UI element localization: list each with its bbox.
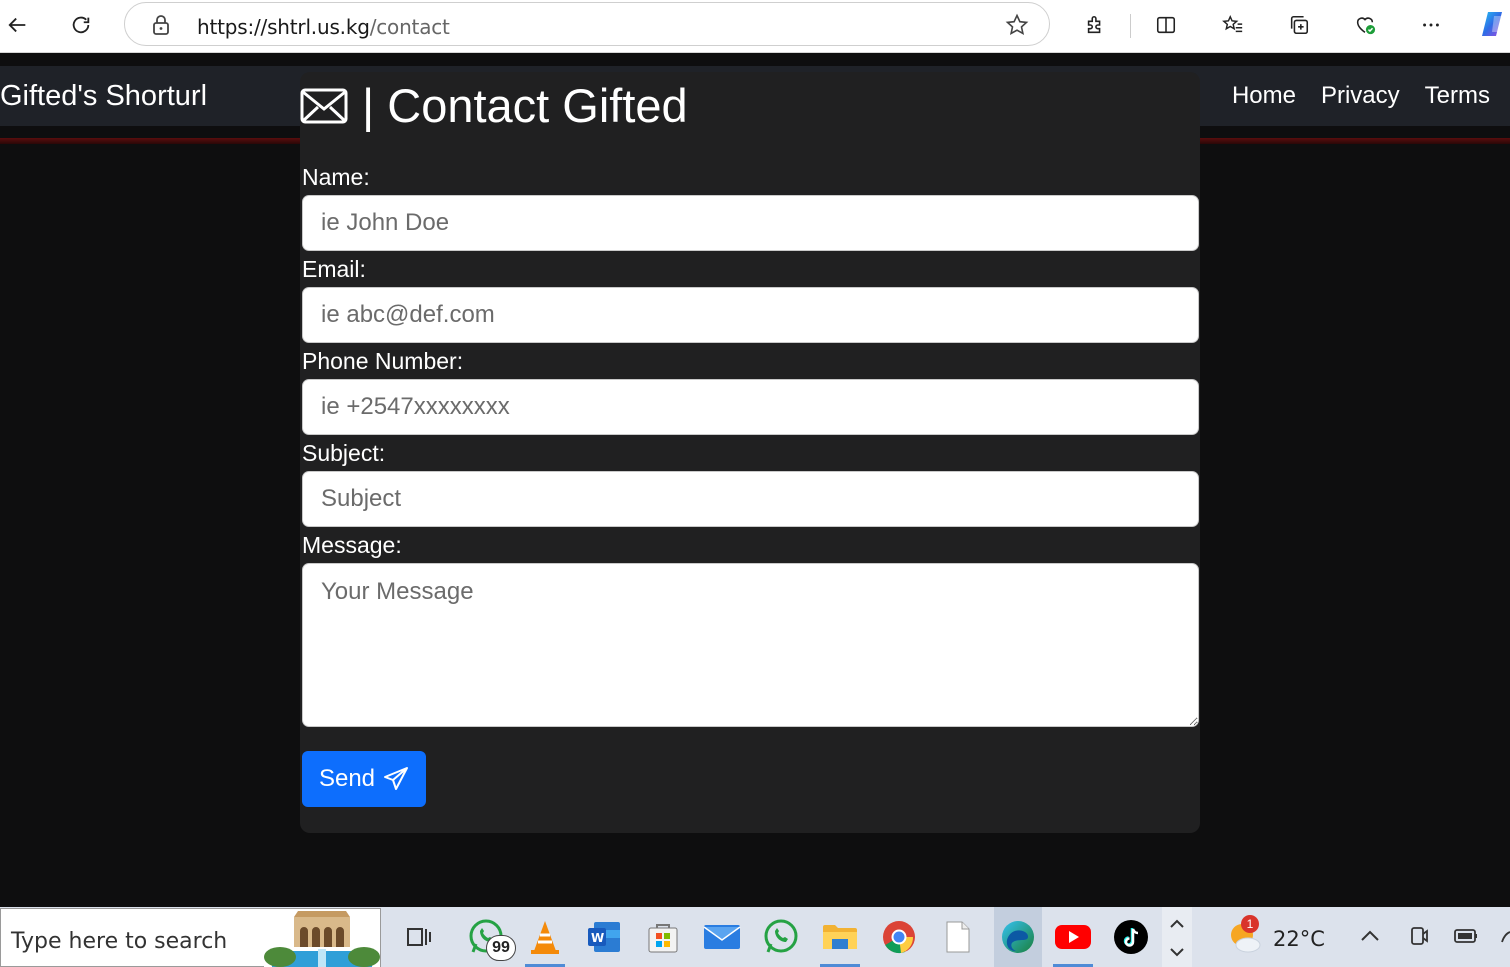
taskbar-word[interactable]: W [584,917,624,957]
taskbar-scroll-arrows-icon[interactable] [1162,907,1192,967]
taskbar-youtube[interactable] [1053,917,1093,967]
subject-input[interactable] [302,471,1199,527]
blank-document-icon [946,921,970,953]
taskbar-tiktok[interactable] [1111,917,1151,957]
send-button[interactable]: Send [302,751,426,807]
taskbar-whatsapp[interactable] [761,917,801,957]
contact-title: | Contact Gifted [300,78,688,133]
envelope-icon [300,88,348,123]
send-button-label: Send [318,765,376,792]
message-textarea[interactable] [302,563,1199,727]
taskbar-store[interactable] [643,917,683,957]
vlc-cone-icon [531,921,559,954]
url-text: https://shtrl.us.kg/contact [197,15,450,39]
favorite-star-icon[interactable] [1005,13,1029,37]
meet-now-camera-icon[interactable] [1405,922,1433,950]
address-bar[interactable]: https://shtrl.us.kg/contact [124,2,1050,46]
mail-icon [703,925,741,949]
message-label: Message: [302,532,402,558]
store-icon [648,924,678,953]
svg-text:W: W [591,931,604,945]
nav-link-privacy[interactable]: Privacy [1321,82,1400,110]
battery-icon[interactable] [1452,922,1480,950]
youtube-icon [1055,925,1091,949]
email-label: Email: [302,256,366,282]
name-input[interactable] [302,195,1199,251]
lock-icon [153,15,169,35]
extensions-button[interactable] [1077,7,1113,43]
reload-button[interactable] [63,7,99,43]
chrome-icon [883,921,915,954]
browser-toolbar: https://shtrl.us.kg/contact [0,0,1510,53]
taskbar-mail[interactable] [702,917,742,957]
whatsapp-icon [764,919,798,953]
split-screen-icon [1156,16,1176,34]
nav-link-home[interactable]: Home [1232,82,1296,110]
favorites-button[interactable] [1215,7,1251,43]
browser-essentials-button[interactable] [1347,7,1383,43]
paper-plane-icon [384,767,409,790]
folder-icon [823,925,857,949]
taskbar-file-explorer[interactable] [820,917,860,967]
more-options-button[interactable] [1413,7,1449,43]
taskbar-chrome[interactable] [879,917,919,957]
taskbar-search-placeholder: Type here to search [11,929,228,954]
task-view-button[interactable] [398,917,438,957]
collections-button[interactable] [1281,7,1317,43]
toolbar-divider [1130,14,1131,38]
tiktok-icon [1114,920,1148,954]
nav-link-terms[interactable]: Terms [1425,82,1490,110]
show-hidden-icons-chevron-icon[interactable] [1356,922,1384,950]
task-view-icon [407,928,431,946]
copilot-icon[interactable] [1478,8,1510,40]
whatsapp-unread-badge: 99 [486,935,516,961]
network-icon[interactable] [1500,922,1510,950]
edge-icon [1002,921,1034,953]
phone-input[interactable] [302,379,1199,435]
taskbar-edge[interactable] [994,907,1042,967]
page-top-strip [0,54,1510,66]
split-screen-button[interactable] [1148,7,1184,43]
weather-temperature: 22°C [1273,927,1325,951]
name-label: Name: [302,164,370,190]
phone-label: Phone Number: [302,348,464,374]
collections-icon [1290,15,1309,35]
reload-icon [72,16,90,34]
contact-card: | Contact Gifted Name: Email: Phone Numb… [300,72,1200,833]
heart-check-icon [1356,17,1376,35]
subject-label: Subject: [302,440,386,466]
search-highlight-illustration-icon [264,909,380,967]
taskbar-search[interactable]: Type here to search [0,908,381,967]
taskbar-notepad[interactable] [938,917,978,957]
favorites-list-icon [1222,14,1243,33]
site-brand[interactable]: Gifted's Shorturl [0,80,207,113]
nav-links: Home Privacy Terms [1232,82,1490,110]
back-button[interactable] [0,7,36,43]
weather-widget[interactable]: 1 22°C [1226,915,1336,959]
puzzle-icon [1087,15,1101,34]
weather-alert-badge: 1 [1241,915,1259,933]
ellipsis-icon [1423,23,1439,27]
word-icon: W [588,922,620,952]
contact-title-text: | Contact Gifted [362,79,688,132]
taskbar-vlc[interactable] [525,917,565,967]
email-input[interactable] [302,287,1199,343]
back-arrow-icon [8,17,26,33]
